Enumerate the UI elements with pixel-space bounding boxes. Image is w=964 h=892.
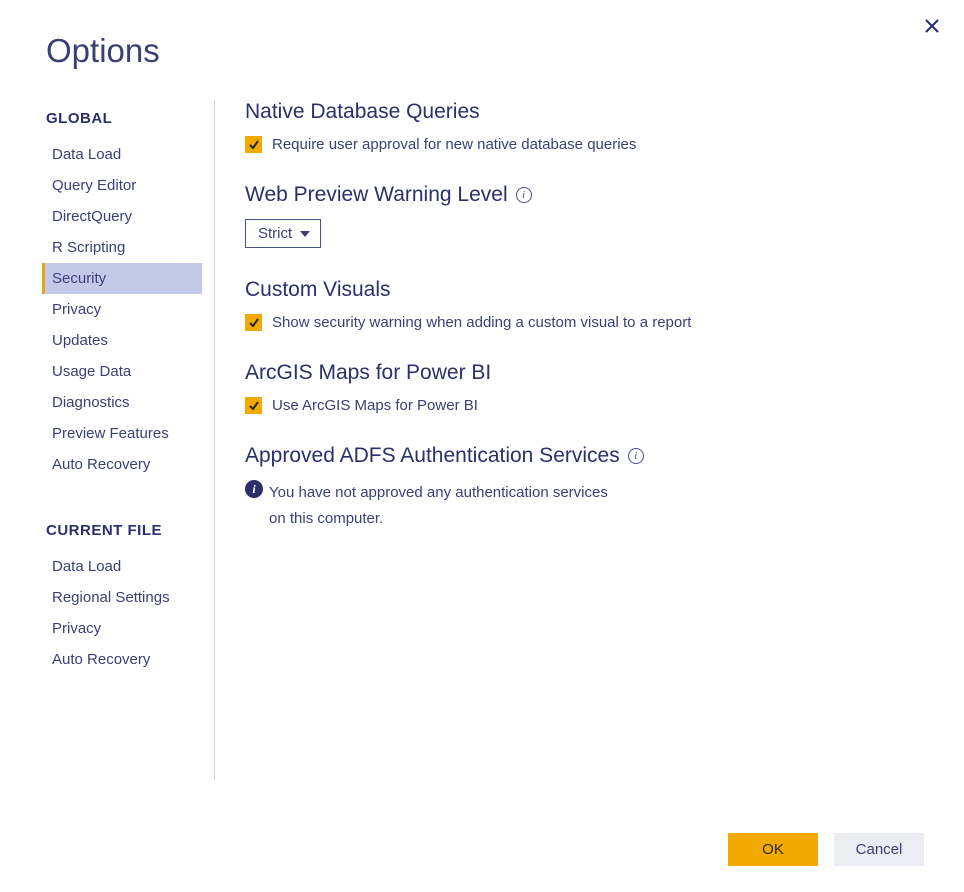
sidebar-item-cf-data-load[interactable]: Data Load [42,551,202,582]
checkbox-label-custom-visuals: Show security warning when adding a cust… [272,314,691,331]
content-area: GLOBAL Data Load Query Editor DirectQuer… [0,70,964,780]
sidebar-item-usage-data[interactable]: Usage Data [42,356,202,387]
info-icon[interactable]: i [628,448,644,464]
heading-web-preview-text: Web Preview Warning Level [245,183,508,207]
cancel-button[interactable]: Cancel [834,833,924,866]
checkbox-custom-visuals[interactable] [245,314,262,331]
heading-web-preview: Web Preview Warning Level i [245,183,924,207]
sidebar-item-privacy[interactable]: Privacy [42,294,202,325]
chevron-down-icon [300,231,310,237]
sidebar-item-query-editor[interactable]: Query Editor [42,170,202,201]
footer-buttons: OK Cancel [728,833,924,866]
info-icon[interactable]: i [516,187,532,203]
sidebar-item-diagnostics[interactable]: Diagnostics [42,387,202,418]
checkbox-label-native-db: Require user approval for new native dat… [272,136,636,153]
check-icon [248,317,260,329]
info-filled-icon: i [245,480,263,498]
sidebar-item-cf-privacy[interactable]: Privacy [42,613,202,644]
sidebar-item-auto-recovery[interactable]: Auto Recovery [42,449,202,480]
page-title: Options [0,0,964,70]
sidebar-group-global: GLOBAL Data Load Query Editor DirectQuer… [46,110,202,480]
section-arcgis: ArcGIS Maps for Power BI Use ArcGIS Maps… [245,361,924,414]
section-web-preview: Web Preview Warning Level i Strict [245,183,924,248]
info-text-content: You have not approved any authentication… [269,480,608,531]
sidebar-item-r-scripting[interactable]: R Scripting [42,232,202,263]
checkbox-native-db[interactable] [245,136,262,153]
sidebar-item-cf-regional-settings[interactable]: Regional Settings [42,582,202,613]
check-icon [248,139,260,151]
sidebar-item-updates[interactable]: Updates [42,325,202,356]
section-native-db: Native Database Queries Require user app… [245,100,924,153]
sidebar-group-title-global: GLOBAL [46,110,202,127]
sidebar-item-cf-auto-recovery[interactable]: Auto Recovery [42,644,202,675]
main-panel: Native Database Queries Require user app… [215,100,964,780]
sidebar-group-title-current-file: CURRENT FILE [46,522,202,539]
check-icon [248,400,260,412]
dropdown-web-preview[interactable]: Strict [245,219,321,248]
checkbox-label-arcgis: Use ArcGIS Maps for Power BI [272,397,478,414]
checkbox-row-custom-visuals: Show security warning when adding a cust… [245,314,924,331]
close-button[interactable] [920,14,944,38]
section-custom-visuals: Custom Visuals Show security warning whe… [245,278,924,331]
checkbox-row-native-db: Require user approval for new native dat… [245,136,924,153]
info-text-adfs: i You have not approved any authenticati… [245,480,924,531]
heading-adfs-text: Approved ADFS Authentication Services [245,444,620,468]
heading-native-db: Native Database Queries [245,100,924,124]
heading-custom-visuals: Custom Visuals [245,278,924,302]
checkbox-row-arcgis: Use ArcGIS Maps for Power BI [245,397,924,414]
section-adfs: Approved ADFS Authentication Services i … [245,444,924,531]
sidebar-item-preview-features[interactable]: Preview Features [42,418,202,449]
sidebar-item-security[interactable]: Security [42,263,202,294]
info-line1: You have not approved any authentication… [269,484,608,501]
sidebar-group-current-file: CURRENT FILE Data Load Regional Settings… [46,522,202,675]
dropdown-value: Strict [258,225,292,242]
sidebar-item-data-load[interactable]: Data Load [42,139,202,170]
ok-button[interactable]: OK [728,833,818,866]
heading-adfs: Approved ADFS Authentication Services i [245,444,924,468]
sidebar-item-directquery[interactable]: DirectQuery [42,201,202,232]
checkbox-arcgis[interactable] [245,397,262,414]
close-icon [924,18,940,34]
info-line2: on this computer. [269,510,383,527]
sidebar: GLOBAL Data Load Query Editor DirectQuer… [0,100,215,780]
heading-arcgis: ArcGIS Maps for Power BI [245,361,924,385]
